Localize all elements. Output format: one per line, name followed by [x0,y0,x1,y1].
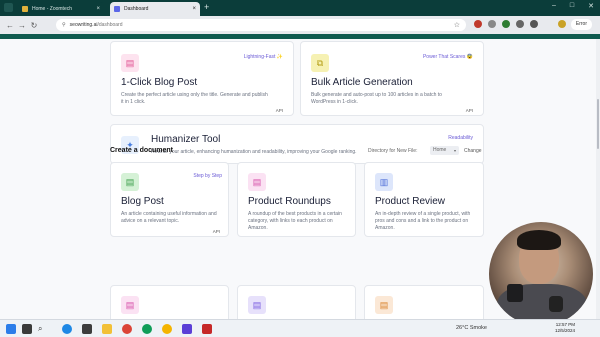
site-info-icon[interactable]: ⚲ [62,22,66,28]
feature-title: Humanizer Tool [151,134,221,145]
feature-badge: Power That Scares 😨 [422,54,473,60]
url-path: /dashboard [97,22,123,28]
new-tab-button[interactable]: + [204,2,209,12]
section-title: Create a document [110,147,174,154]
document-icon: ▤ [375,296,393,314]
document-icon: ▤ [121,173,139,191]
review-icon: ▥ [375,173,393,191]
document-card-product-review[interactable]: ▥ Product Review An in-depth review of a… [364,162,484,237]
feature-title: Bulk Article Generation [311,77,413,88]
forward-icon[interactable]: → [16,21,28,30]
zoomtech-favicon-icon [22,6,28,12]
downloads-icon[interactable] [530,20,538,28]
search-icon[interactable]: ⌕ [38,324,52,334]
windows-taskbar: ⌕ 26°C Smoke 12:57 PM 12/5/2024 [0,319,600,337]
directory-value: Home [433,147,447,153]
feature-badge: Readability [448,135,473,141]
api-label: API [212,229,220,234]
extension-icon[interactable] [488,20,496,28]
close-tab-icon[interactable]: × [96,6,100,12]
window-controls: – □ ✕ [552,2,594,10]
document-icon: ▤ [248,296,266,314]
extensions-puzzle-icon[interactable] [516,20,524,28]
document-title: Product Roundups [248,196,331,207]
tab-label: Home - Zoomtech [32,6,73,12]
profile-avatar-icon[interactable] [558,20,566,28]
microphone [507,284,523,302]
document-icon: ▤ [248,173,266,191]
weather-widget[interactable]: 26°C Smoke [456,325,487,331]
feature-description: Bulk generate and auto-post up to 100 ar… [311,92,442,105]
back-icon[interactable]: ← [4,21,16,30]
api-label: API [275,108,283,113]
document-description: An in-depth review of a single product, … [375,211,471,231]
api-label: API [465,108,473,113]
page-scrollbar[interactable] [596,39,600,319]
taskbar-app-icon[interactable] [182,324,192,334]
tab-label: Dashboard [124,6,149,12]
error-button[interactable]: Error [570,19,592,30]
taskbar-clock[interactable]: 12:57 PM 12/5/2024 [555,322,575,334]
address-bar[interactable]: ⚲ seowriting.ai /dashboard ☆ [56,19,466,31]
chrome-icon[interactable] [142,324,152,334]
reload-icon[interactable]: ↻ [28,21,40,30]
tab-search-button[interactable] [4,3,13,12]
document-card[interactable]: ▤ [364,285,484,319]
minimize-icon[interactable]: – [552,2,556,10]
document-card-product-roundups[interactable]: ▤ Product Roundups A roundup of the best… [237,162,356,237]
taskbar-app-icon[interactable] [202,324,212,334]
edge-icon[interactable] [62,324,72,334]
tab-dashboard[interactable]: Dashboard × [110,2,200,16]
document-icon: ▤ [121,54,139,72]
chrome-icon[interactable] [162,324,172,334]
taskbar-app-icon[interactable] [82,324,92,334]
document-card[interactable]: ▤ [237,285,356,319]
browser-tab-bar: Home - Zoomtech × Dashboard × + – □ ✕ [0,0,600,16]
file-explorer-icon[interactable] [102,324,112,334]
feature-card-humanizer-tool[interactable]: ✦ Humanizer Tool Rewrite your article, e… [110,124,484,164]
document-card-blog-post[interactable]: ▤ Step by Step Blog Post An article cont… [110,162,229,237]
webcam-overlay [489,222,593,326]
presenter-hair [517,230,561,250]
document-icon: ▤ [121,296,139,314]
feature-description: Create the perfect article using only th… [121,92,268,105]
tab-home-zoomtech[interactable]: Home - Zoomtech × [18,2,104,16]
bulk-icon: ⧉ [311,54,329,72]
change-directory-button[interactable]: Change [464,148,482,154]
document-badge: Step by Step [193,173,222,179]
feature-badge: Lightning-Fast ✨ [243,54,283,60]
chevron-down-icon: ▾ [453,148,456,153]
feature-card-1-click-blog-post[interactable]: ▤ Lightning-Fast ✨ 1-Click Blog Post Cre… [110,41,294,116]
feature-card-bulk-article-generation[interactable]: ⧉ Power That Scares 😨 Bulk Article Gener… [300,41,484,116]
directory-select[interactable]: Home ▾ [430,146,459,155]
windows-start-icon[interactable] [6,324,16,334]
chrome-icon[interactable] [122,324,132,334]
close-tab-icon[interactable]: × [192,6,196,12]
document-card[interactable]: ▤ [110,285,229,319]
directory-label: Directory for New File: [368,148,418,154]
scrollbar-thumb[interactable] [597,99,599,149]
document-title: Blog Post [121,196,164,207]
wristwatch [549,296,563,312]
document-description: An article containing useful information… [121,211,217,224]
document-description: A roundup of the best products in a cert… [248,211,342,231]
url-host: seowriting.ai [69,22,98,28]
maximize-icon[interactable]: □ [570,2,574,10]
bookmark-star-icon[interactable]: ☆ [454,21,460,29]
feature-title: 1-Click Blog Post [121,77,198,88]
seowriting-favicon-icon [114,6,120,12]
document-title: Product Review [375,196,446,207]
browser-toolbar: ← → ↻ ⚲ seowriting.ai /dashboard ☆ Error [0,16,600,34]
close-window-icon[interactable]: ✕ [588,2,594,10]
task-view-icon[interactable] [22,324,32,334]
clock-date: 12/5/2024 [555,328,576,333]
extension-icon[interactable] [474,20,482,28]
feature-description: Rewrite your article, enhancing humaniza… [151,149,357,155]
extension-icon[interactable] [502,20,510,28]
